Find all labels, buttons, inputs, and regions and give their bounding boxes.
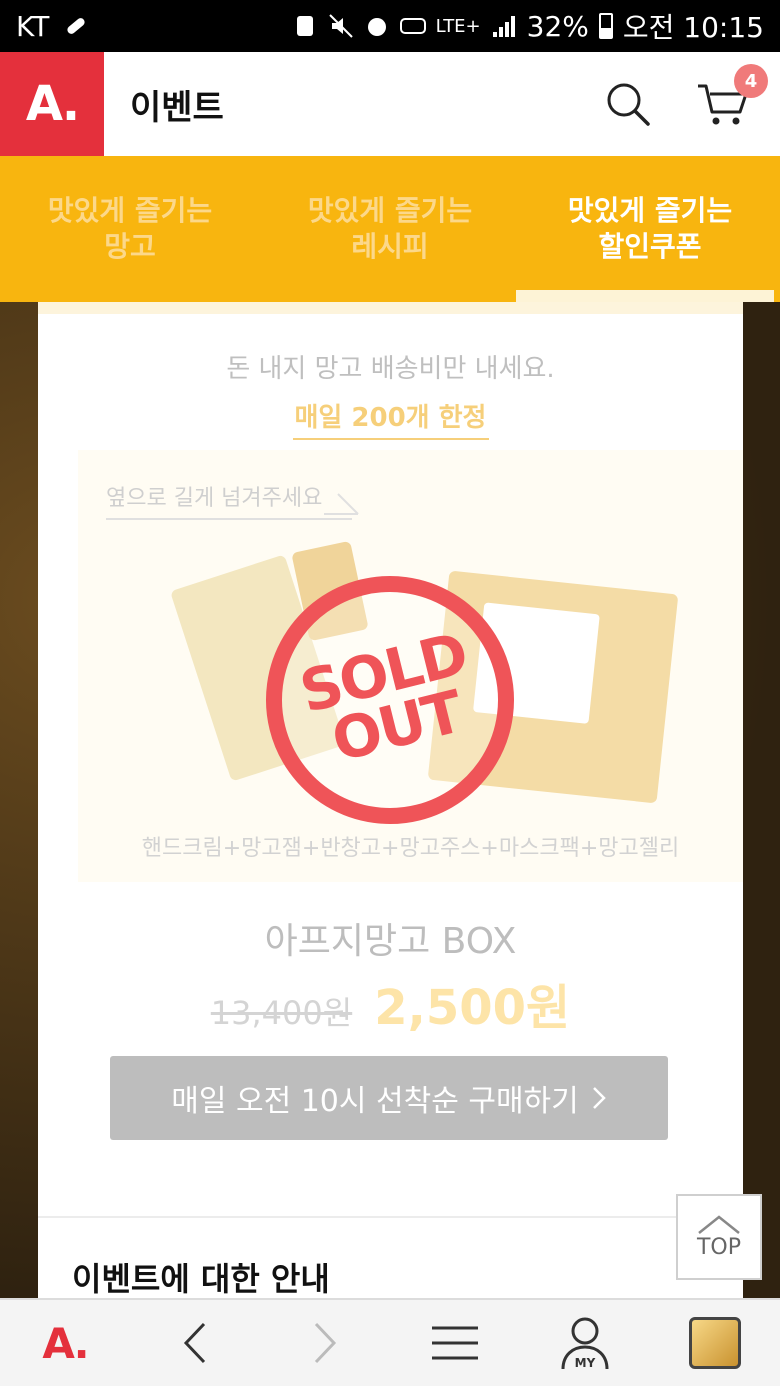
nav-back[interactable] (160, 1308, 230, 1378)
tab-label-line1: 맛있게 즐기는 (307, 193, 473, 227)
buy-button[interactable]: 매일 오전 10시 선착순 구매하기 (110, 1056, 668, 1140)
nav-home[interactable]: A. (30, 1308, 100, 1378)
auction-logo[interactable]: A. (0, 52, 104, 156)
section-divider (38, 1216, 743, 1218)
chevron-up-icon (698, 1214, 740, 1234)
promo-lead-text: 돈 내지 망고 배송비만 내세요. (226, 354, 555, 384)
clock: 오전 10:15 (622, 11, 764, 44)
network-label: LTE+ (435, 15, 481, 37)
product-carousel[interactable]: 옆으로 길게 넘겨주세요 SOLD OUT 핸드크림+망고잼+반창고+망고주스+… (78, 450, 743, 882)
scroll-top-label: TOP (696, 1234, 742, 1260)
search-icon[interactable] (604, 80, 652, 128)
event-tabs: 맛있게 즐기는 망고 맛있게 즐기는 레시피 맛있게 즐기는 할인쿠폰 (0, 156, 780, 302)
tab-recipe[interactable]: 맛있게 즐기는 레시피 (260, 156, 520, 302)
tab-label-line1: 맛있게 즐기는 (567, 193, 733, 227)
active-tab-indicator (516, 290, 774, 302)
cart-count-badge: 4 (734, 64, 768, 98)
tab-mango[interactable]: 맛있게 즐기는 망고 (0, 156, 260, 302)
hamburger-menu-icon (432, 1326, 478, 1360)
nav-my[interactable]: MY (550, 1308, 620, 1378)
scroll-top-button[interactable]: TOP (676, 1194, 762, 1280)
sale-price: 2,500원 (374, 980, 571, 1036)
daily-limit-text: 매일 200개 한정 (292, 397, 489, 440)
hd-icon (399, 18, 426, 34)
chevron-left-icon (183, 1322, 206, 1364)
recycle-icon (296, 16, 313, 36)
tab-label-line1: 맛있게 즐기는 (47, 193, 213, 227)
auction-logo: A. (42, 1318, 89, 1368)
box-contents: 핸드크림+망고잼+반창고+망고주스+마스크팩+망고젤리 (141, 836, 680, 861)
tab-coupon[interactable]: 맛있게 즐기는 할인쿠폰 (520, 156, 780, 302)
bottom-nav: A. MY (0, 1298, 780, 1386)
status-bar: KT LTE+ 32% 오전 10:15 (0, 0, 780, 52)
signal-icon (492, 16, 515, 37)
nav-forward[interactable] (290, 1308, 360, 1378)
price-row: 13,400원 2,500원 (38, 968, 743, 1038)
nav-menu[interactable] (420, 1308, 490, 1378)
battery-percent: 32% (526, 9, 589, 43)
alarm-icon (367, 18, 386, 36)
chevron-right-icon (314, 1322, 337, 1364)
user-icon: MY (561, 1317, 609, 1370)
my-label: MY (575, 1356, 596, 1370)
carrier-label: KT (16, 9, 50, 43)
tab-label-line2: 망고 (104, 230, 156, 263)
swipe-hint: 옆으로 길게 넘겨주세요 (106, 480, 352, 520)
original-price: 13,400원 (210, 994, 353, 1032)
promo-card: 돈 내지 망고 배송비만 내세요. 매일 200개 한정 옆으로 길게 넘겨주세… (38, 302, 743, 1298)
mute-icon (328, 14, 353, 38)
pill-icon (67, 18, 85, 34)
tab-label-line2: 레시피 (351, 230, 429, 263)
chevron-right-icon (592, 1087, 606, 1109)
event-info-title: 이벤트에 대한 안내 (72, 1260, 330, 1298)
tab-label-line2: 할인쿠폰 (598, 230, 702, 263)
product-name: 아프지망고 BOX (264, 921, 517, 962)
battery-icon (598, 13, 613, 39)
buy-button-label: 매일 오전 10시 선착순 구매하기 (171, 1084, 579, 1119)
recent-product-thumbnail (689, 1317, 741, 1369)
card-strip (38, 302, 743, 314)
arrow-right-icon (324, 493, 359, 515)
nav-recent[interactable] (680, 1308, 750, 1378)
app-header: A. 이벤트 4 (0, 52, 780, 156)
page-title: 이벤트 (130, 87, 224, 128)
